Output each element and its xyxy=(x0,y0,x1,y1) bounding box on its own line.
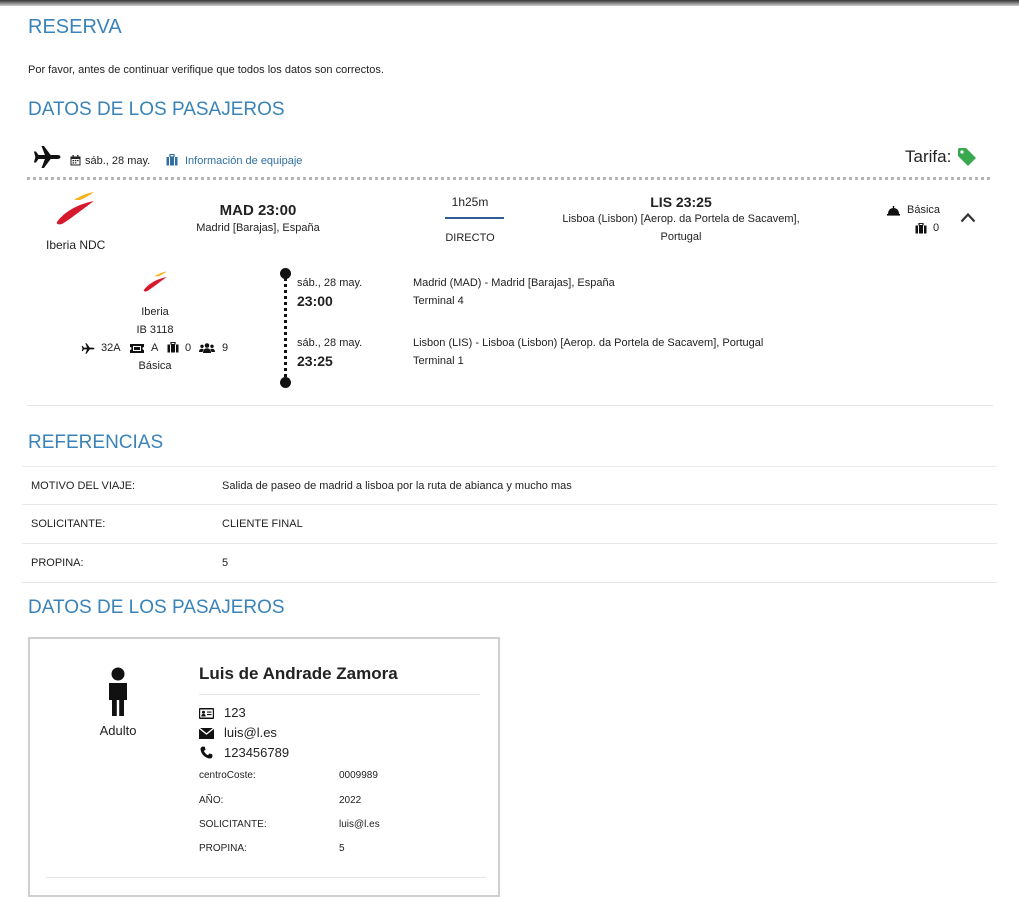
passenger-email: luis@l.es xyxy=(224,725,277,740)
segment-seat: 32A xyxy=(101,342,121,354)
segment-airline: Iberia xyxy=(141,306,169,318)
flight-stops: DIRECTO xyxy=(445,232,495,244)
window-top-shadow xyxy=(0,0,1019,6)
segment-baggage-icon xyxy=(167,342,179,353)
reference-row-divider xyxy=(22,543,997,544)
airline-name: Iberia NDC xyxy=(46,238,106,252)
field-value-propina: 5 xyxy=(339,843,345,854)
reference-label-solicitante: SOLICITANTE: xyxy=(31,518,106,530)
price-tag-icon[interactable] xyxy=(957,147,977,167)
passenger-document: 123 xyxy=(224,705,246,720)
reference-value-motivo: Salida de paseo de madrid a lisboa por l… xyxy=(222,480,572,492)
reference-label-motivo: MOTIVO DEL VIAJE: xyxy=(31,480,136,492)
timeline-line xyxy=(284,273,287,382)
passengers-heading-2: DATOS DE LOS PASAJEROS xyxy=(28,597,285,618)
flight-divider xyxy=(27,177,990,180)
section-divider xyxy=(27,405,993,406)
flight-date: sáb., 28 may. xyxy=(85,155,151,167)
arrival-time: 23:25 xyxy=(297,353,333,369)
origin-place: Madrid [Barajas], España xyxy=(196,222,320,234)
passenger-name: Luis de Andrade Zamora xyxy=(199,664,398,683)
timeline-start-dot xyxy=(280,268,291,279)
field-label-centro-coste: centroCoste: xyxy=(199,770,256,781)
duration-line xyxy=(445,217,504,219)
arrival-place: Lisbon (LIS) - Lisboa (Lisbon) [Aerop. d… xyxy=(413,337,764,349)
envelope-icon xyxy=(199,728,214,739)
tarifa-label: Tarifa: xyxy=(905,147,952,166)
field-value-solicitante: luis@l.es xyxy=(339,819,380,830)
field-value-centro-coste: 0009989 xyxy=(339,770,378,781)
reference-row-divider xyxy=(22,504,997,505)
seat-plane-icon xyxy=(81,343,95,354)
field-label-ano: AÑO: xyxy=(199,795,224,806)
flight-duration: 1h25m xyxy=(451,195,489,209)
passenger-phone: 123456789 xyxy=(224,745,290,760)
summary-fare: Básica xyxy=(907,204,941,216)
passenger-type: Adulto xyxy=(99,723,137,738)
departure-date: sáb., 28 may. xyxy=(297,277,363,289)
segment-class: A xyxy=(151,342,159,354)
card-bottom-divider xyxy=(46,877,486,878)
references-top-rule xyxy=(22,466,997,467)
passengers-heading: DATOS DE LOS PASAJEROS xyxy=(28,99,285,120)
departure-time: 23:00 xyxy=(297,293,333,309)
segment-iberia-logo xyxy=(142,271,168,293)
reference-value-propina: 5 xyxy=(222,557,229,569)
id-card-icon xyxy=(199,708,214,719)
destination-place-line2: Portugal xyxy=(660,231,702,243)
passenger-card: Adulto Luis de Andrade Zamora 123 luis@l… xyxy=(28,637,500,897)
ticket-icon xyxy=(130,344,144,353)
summary-bags: 0 xyxy=(933,222,940,234)
chevron-up-icon[interactable] xyxy=(960,212,976,223)
arrival-terminal: Terminal 1 xyxy=(413,355,464,367)
timeline-end-dot xyxy=(280,377,291,388)
origin-code-time: MAD 23:00 xyxy=(219,202,297,219)
baggage-icon xyxy=(166,154,178,166)
destination-code-time: LIS 23:25 xyxy=(650,194,712,210)
segment-fare: Básica xyxy=(138,360,172,372)
phone-icon xyxy=(200,746,213,759)
segment-bags: 0 xyxy=(185,342,192,354)
airplane-icon xyxy=(32,146,62,168)
departure-place: Madrid (MAD) - Madrid [Barajas], España xyxy=(413,277,615,289)
page-title: RESERVA xyxy=(28,16,122,38)
arrival-date: sáb., 28 may. xyxy=(297,337,363,349)
baggage-info-link[interactable]: Información de equipaje xyxy=(185,155,302,167)
segment-flight-number: IB 3118 xyxy=(136,324,174,336)
reference-row-divider xyxy=(22,582,997,583)
intro-text: Por favor, antes de continuar verifique … xyxy=(28,64,384,76)
iberia-logo xyxy=(54,192,96,226)
calendar-icon xyxy=(70,155,81,166)
destination-place-line1: Lisboa (Lisbon) [Aerop. da Portela de Sa… xyxy=(562,213,800,225)
field-label-solicitante: SOLICITANTE: xyxy=(199,819,267,830)
field-value-ano: 2022 xyxy=(339,795,362,806)
reference-label-propina: PROPINA: xyxy=(31,557,84,569)
references-heading: REFERENCIAS xyxy=(28,432,164,453)
field-label-propina: PROPINA: xyxy=(199,843,247,854)
users-icon xyxy=(199,343,215,353)
fare-bell-icon xyxy=(887,206,900,216)
person-icon xyxy=(105,667,131,717)
reference-value-solicitante: CLIENTE FINAL xyxy=(222,518,303,530)
summary-baggage-icon xyxy=(915,223,927,234)
departure-terminal: Terminal 4 xyxy=(413,295,464,307)
name-divider xyxy=(199,694,480,695)
segment-passengers: 9 xyxy=(222,342,229,354)
